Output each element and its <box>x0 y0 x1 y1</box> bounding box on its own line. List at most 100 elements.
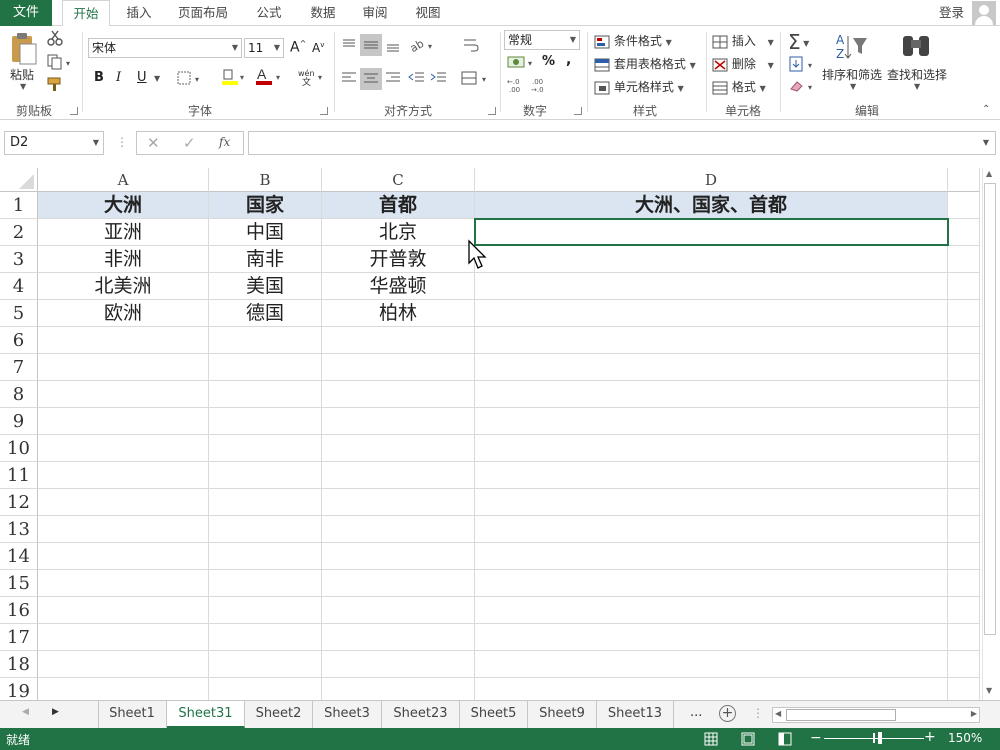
cell-b6[interactable] <box>209 327 322 354</box>
enter-icon[interactable]: ✓ <box>183 134 196 152</box>
cell-a2[interactable]: 亚洲 <box>38 219 209 246</box>
scroll-right-icon[interactable]: ▶ <box>971 709 977 718</box>
cell-d6[interactable] <box>475 327 948 354</box>
cell-c9[interactable] <box>322 408 475 435</box>
bold-button[interactable]: B <box>94 70 104 85</box>
cell-c8[interactable] <box>322 381 475 408</box>
more-sheets-button[interactable]: ... <box>690 705 702 720</box>
cell-d7[interactable] <box>475 354 948 381</box>
cell-a4[interactable]: 北美洲 <box>38 273 209 300</box>
sheet-tab[interactable]: Sheet2 <box>245 701 313 728</box>
cell-a15[interactable] <box>38 570 209 597</box>
page-break-view-icon[interactable] <box>778 732 792 749</box>
insert-cells-dropdown-icon[interactable]: ▼ <box>768 38 774 47</box>
zoom-out-icon[interactable]: − <box>810 730 822 746</box>
font-launcher-icon[interactable] <box>320 107 328 115</box>
decrease-decimal-icon[interactable]: .00 →.0 <box>530 76 550 97</box>
paste-dropdown-icon[interactable]: ▼ <box>20 82 26 91</box>
format-as-table-dropdown-icon[interactable]: ▼ <box>690 61 696 70</box>
format-cells-dropdown-icon[interactable]: ▼ <box>760 84 766 93</box>
cell-e11[interactable] <box>948 462 980 489</box>
cell-e10[interactable] <box>948 435 980 462</box>
font-name-dropdown-icon[interactable]: ▼ <box>232 39 238 57</box>
cell-a12[interactable] <box>38 489 209 516</box>
column-header-e[interactable] <box>948 168 980 192</box>
login-link[interactable]: 登录 <box>939 0 964 26</box>
font-name-select[interactable]: 宋体 ▼ <box>88 38 242 58</box>
cell-e8[interactable] <box>948 381 980 408</box>
cell-d1[interactable]: 大洲、国家、首都 <box>475 192 948 219</box>
cell-styles-dropdown-icon[interactable]: ▼ <box>678 84 684 93</box>
merge-center-icon[interactable]: ▾ <box>460 70 490 89</box>
cell-a5[interactable]: 欧洲 <box>38 300 209 327</box>
cell-e18[interactable] <box>948 651 980 678</box>
add-sheet-icon[interactable]: + <box>719 705 736 722</box>
sheet-tab[interactable]: Sheet9 <box>528 701 597 728</box>
cell-a9[interactable] <box>38 408 209 435</box>
cell-a8[interactable] <box>38 381 209 408</box>
tab-formulas[interactable]: 公式 <box>246 0 292 26</box>
sheet-tab[interactable]: Sheet5 <box>460 701 528 728</box>
accounting-format-icon[interactable]: ▾ <box>506 54 536 73</box>
cell-d12[interactable] <box>475 489 948 516</box>
cell-c14[interactable] <box>322 543 475 570</box>
cell-c1[interactable]: 首都 <box>322 192 475 219</box>
cell-d15[interactable] <box>475 570 948 597</box>
cell-b19[interactable] <box>209 678 322 700</box>
row-header[interactable]: 3 <box>0 246 38 273</box>
expand-formula-bar-icon[interactable]: ▼ <box>983 132 989 154</box>
name-box[interactable]: D2 ▼ <box>4 131 104 155</box>
cell-b18[interactable] <box>209 651 322 678</box>
font-size-select[interactable]: 11 ▼ <box>244 38 284 58</box>
format-as-table-button[interactable]: 套用表格格式 ▼ <box>594 55 696 72</box>
scroll-up-icon[interactable]: ▲ <box>986 169 992 178</box>
grow-font-button[interactable]: A^ <box>290 39 306 56</box>
cell-c12[interactable] <box>322 489 475 516</box>
cell-b10[interactable] <box>209 435 322 462</box>
cell-e9[interactable] <box>948 408 980 435</box>
cell-b14[interactable] <box>209 543 322 570</box>
cell-b17[interactable] <box>209 624 322 651</box>
cell-c18[interactable] <box>322 651 475 678</box>
sort-filter-button[interactable]: 排序和筛选 <box>822 66 882 83</box>
row-header[interactable]: 11 <box>0 462 38 489</box>
row-header[interactable]: 14 <box>0 543 38 570</box>
cell-d19[interactable] <box>475 678 948 700</box>
sheet-scroll-right-icon[interactable]: ▶ <box>52 707 59 717</box>
cell-c6[interactable] <box>322 327 475 354</box>
sheet-tab[interactable]: Sheet3 <box>313 701 382 728</box>
insert-function-icon[interactable]: fx <box>219 135 230 149</box>
cell-b5[interactable]: 德国 <box>209 300 322 327</box>
cancel-icon[interactable]: ✕ <box>147 134 160 152</box>
align-right-icon[interactable] <box>384 70 402 89</box>
cell-b7[interactable] <box>209 354 322 381</box>
fill-color-icon[interactable]: ▾ <box>220 67 248 90</box>
number-format-select[interactable]: 常规 ▼ <box>504 30 580 50</box>
row-header[interactable]: 5 <box>0 300 38 327</box>
cell-e4[interactable] <box>948 273 980 300</box>
cell-a1[interactable]: 大洲 <box>38 192 209 219</box>
cell-d9[interactable] <box>475 408 948 435</box>
cell-c13[interactable] <box>322 516 475 543</box>
cell-b13[interactable] <box>209 516 322 543</box>
paste-icon[interactable] <box>8 32 38 66</box>
formula-input[interactable]: ▼ <box>248 131 996 155</box>
cell-b11[interactable] <box>209 462 322 489</box>
vertical-scroll-thumb[interactable] <box>984 183 996 635</box>
format-painter-icon[interactable] <box>46 76 64 95</box>
cell-a6[interactable] <box>38 327 209 354</box>
copy-icon[interactable]: ▾ <box>46 54 74 73</box>
cell-a18[interactable] <box>38 651 209 678</box>
cell-a14[interactable] <box>38 543 209 570</box>
font-color-icon[interactable]: A ▾ <box>254 66 284 90</box>
find-select-button[interactable]: 查找和选择 <box>887 66 947 83</box>
cell-a7[interactable] <box>38 354 209 381</box>
delete-cells-dropdown-icon[interactable]: ▼ <box>768 61 774 70</box>
cell-a16[interactable] <box>38 597 209 624</box>
italic-button[interactable]: I <box>116 70 121 85</box>
cell-d13[interactable] <box>475 516 948 543</box>
tab-data[interactable]: 数据 <box>300 0 346 26</box>
column-header-a[interactable]: A <box>38 168 209 192</box>
column-header-b[interactable]: B <box>209 168 322 192</box>
delete-cells-button[interactable]: 删除 ▼ <box>712 55 774 72</box>
